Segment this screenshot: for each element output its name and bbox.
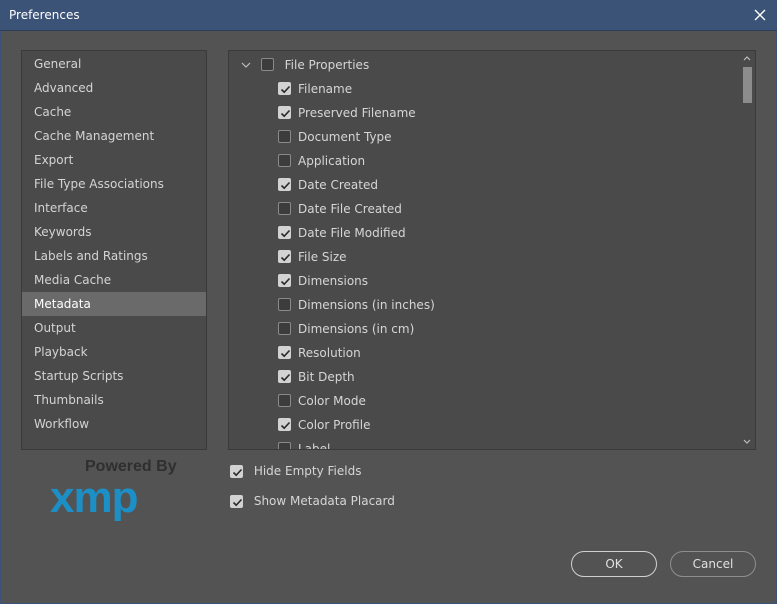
sidebar-item-cache-management[interactable]: Cache Management	[22, 124, 206, 148]
metadata-field-label: Resolution	[298, 346, 361, 360]
metadata-field-label: Document Type	[298, 130, 392, 144]
group-checkbox[interactable]	[260, 58, 274, 71]
metadata-field-row[interactable]: Color Mode	[278, 389, 366, 413]
metadata-field-label: Date File Created	[298, 202, 402, 216]
chevron-down-icon[interactable]	[239, 53, 253, 77]
metadata-field-label: Bit Depth	[298, 370, 355, 384]
metadata-field-checkbox[interactable]	[278, 250, 291, 263]
preferences-sidebar: General Advanced Cache Cache Management Expo…	[21, 50, 207, 450]
metadata-field-checkbox[interactable]	[278, 394, 291, 407]
metadata-field-checkbox[interactable]	[278, 322, 291, 335]
sidebar-item-thumbnails[interactable]: Thumbnails	[22, 388, 206, 412]
sidebar-item-cache[interactable]: Cache	[22, 100, 206, 124]
sidebar-item-interface[interactable]: Interface	[22, 196, 206, 220]
scroll-up-icon[interactable]	[739, 51, 755, 65]
window-title: Preferences	[9, 8, 80, 22]
cancel-button[interactable]: Cancel	[670, 551, 756, 577]
metadata-panel: File Properties Filename Preserved Filena…	[228, 50, 756, 450]
metadata-field-checkbox[interactable]	[278, 298, 291, 311]
title-bar: Preferences	[0, 0, 777, 31]
sidebar-item-labels-and-ratings[interactable]: Labels and Ratings	[22, 244, 206, 268]
metadata-field-label: Label	[298, 442, 331, 450]
hide-empty-fields-checkbox[interactable]	[230, 465, 243, 478]
powered-by-label: Powered By	[85, 458, 177, 475]
metadata-field-checkbox[interactable]	[278, 442, 291, 449]
metadata-field-label: Date File Modified	[298, 226, 406, 240]
metadata-field-row[interactable]: File Size	[278, 245, 347, 269]
metadata-field-row[interactable]: Dimensions (in cm)	[278, 317, 414, 341]
metadata-field-row[interactable]: Date Created	[278, 173, 378, 197]
close-icon[interactable]	[749, 4, 771, 26]
scroll-down-icon[interactable]	[739, 435, 755, 449]
xmp-logo: xmp	[50, 473, 180, 525]
sidebar-item-metadata[interactable]: Metadata	[22, 292, 206, 316]
metadata-field-label: Dimensions (in inches)	[298, 298, 435, 312]
metadata-field-checkbox[interactable]	[278, 418, 291, 431]
metadata-field-checkbox[interactable]	[278, 370, 291, 383]
metadata-field-row[interactable]: Filename	[278, 77, 352, 101]
metadata-field-checkbox[interactable]	[278, 226, 291, 239]
sidebar-item-startup-scripts[interactable]: Startup Scripts	[22, 364, 206, 388]
metadata-field-row[interactable]: Resolution	[278, 341, 361, 365]
metadata-field-checkbox[interactable]	[278, 274, 291, 287]
metadata-field-checkbox[interactable]	[278, 106, 291, 119]
show-metadata-placard-checkbox[interactable]	[230, 495, 243, 508]
hide-empty-fields-option[interactable]: Hide Empty Fields	[230, 461, 361, 481]
metadata-field-label: Application	[298, 154, 366, 168]
metadata-field-row[interactable]: Date File Modified	[278, 221, 406, 245]
show-metadata-placard-option[interactable]: Show Metadata Placard	[230, 491, 395, 511]
sidebar-item-general[interactable]: General	[22, 52, 206, 76]
sidebar-item-workflow[interactable]: Workflow	[22, 412, 206, 436]
metadata-field-row[interactable]: Application	[278, 149, 365, 173]
metadata-field-checkbox[interactable]	[278, 82, 291, 95]
metadata-field-label: Preserved Filename	[298, 106, 416, 120]
sidebar-item-export[interactable]: Export	[22, 148, 206, 172]
ok-button[interactable]: OK	[571, 551, 657, 577]
metadata-field-label: Color Profile	[298, 418, 371, 432]
metadata-field-label: Color Mode	[298, 394, 366, 408]
metadata-field-row[interactable]: Dimensions	[278, 269, 368, 293]
metadata-field-row[interactable]: Dimensions (in inches)	[278, 293, 435, 317]
group-label: File Properties	[284, 58, 370, 72]
metadata-field-row[interactable]: Color Profile	[278, 413, 370, 437]
metadata-field-row[interactable]: Bit Depth	[278, 365, 355, 389]
scroll-thumb[interactable]	[743, 67, 752, 103]
sidebar-item-file-type-associations[interactable]: File Type Associations	[22, 172, 206, 196]
metadata-field-label: Filename	[298, 82, 353, 96]
sidebar-item-advanced[interactable]: Advanced	[22, 76, 206, 100]
metadata-field-label: Dimensions (in cm)	[298, 322, 415, 336]
hide-empty-fields-label: Hide Empty Fields	[253, 464, 362, 478]
metadata-field-checkbox[interactable]	[278, 178, 291, 191]
sidebar-item-media-cache[interactable]: Media Cache	[22, 268, 206, 292]
metadata-field-label: Date Created	[298, 178, 378, 192]
metadata-field-label: File Size	[298, 250, 347, 264]
metadata-field-row[interactable]: Preserved Filename	[278, 101, 416, 125]
metadata-field-checkbox[interactable]	[278, 154, 291, 167]
metadata-field-row[interactable]: Document Type	[278, 125, 392, 149]
sidebar-item-keywords[interactable]: Keywords	[22, 220, 206, 244]
group-row-file-properties[interactable]: File Properties	[239, 53, 369, 77]
metadata-field-checkbox[interactable]	[278, 130, 291, 143]
show-metadata-placard-label: Show Metadata Placard	[253, 494, 395, 508]
xmp-logo-text: xmp	[50, 478, 138, 522]
vertical-scrollbar[interactable]	[739, 51, 755, 449]
sidebar-item-output[interactable]: Output	[22, 316, 206, 340]
metadata-field-checkbox[interactable]	[278, 346, 291, 359]
sidebar-item-playback[interactable]: Playback	[22, 340, 206, 364]
metadata-field-row[interactable]: Label	[278, 437, 331, 450]
metadata-field-label: Dimensions	[298, 274, 369, 288]
metadata-field-checkbox[interactable]	[278, 202, 291, 215]
metadata-field-row[interactable]: Date File Created	[278, 197, 402, 221]
